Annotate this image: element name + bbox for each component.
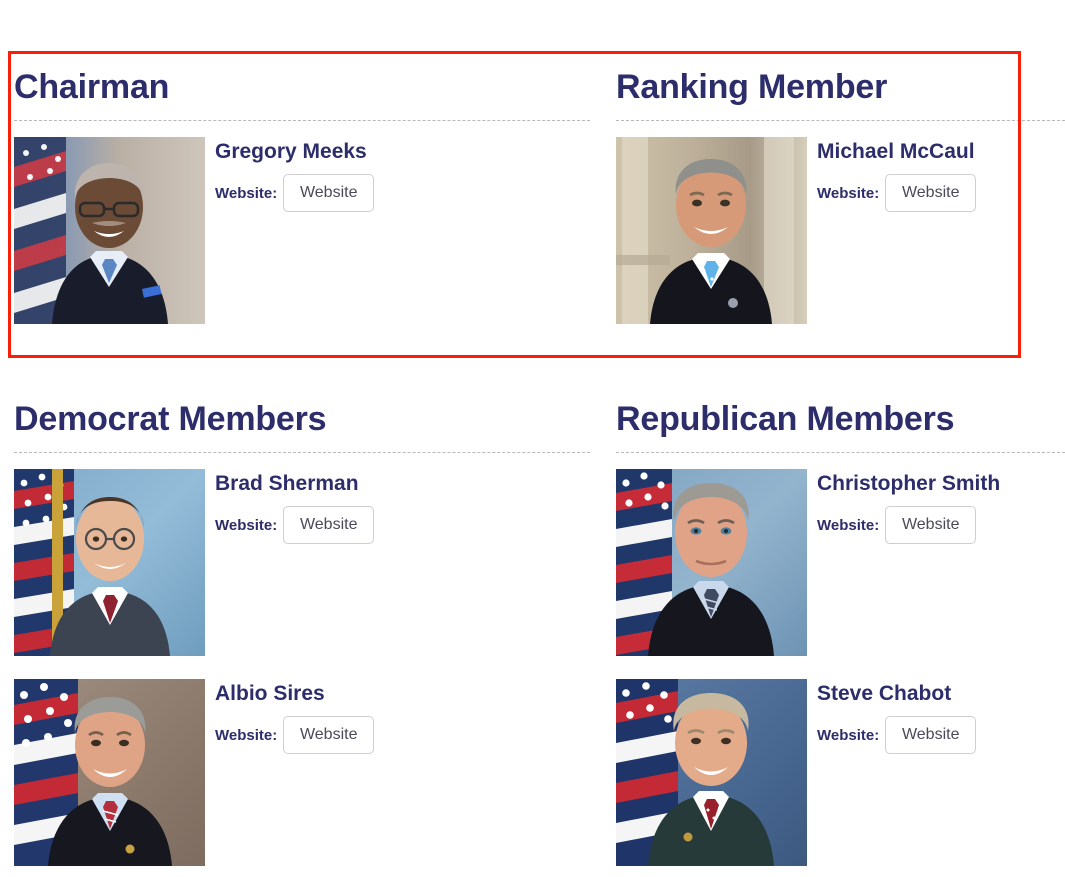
membership-section: Democrat Members <box>0 400 1065 866</box>
website-label: Website: <box>817 185 879 202</box>
democrat-members-heading: Democrat Members <box>14 400 590 438</box>
chairman-divider <box>14 120 590 121</box>
chairman-heading: Chairman <box>14 68 590 106</box>
member-info: Brad Sherman Website: Website <box>205 469 590 544</box>
ranking-member-divider <box>616 120 1065 121</box>
member-info: Albio Sires Website: Website <box>205 679 590 754</box>
member-photo-steve-chabot <box>616 679 807 866</box>
member-entry: Brad Sherman Website: Website <box>14 469 590 656</box>
member-info: Gregory Meeks Website: Website <box>205 137 590 212</box>
member-info: Steve Chabot Website: Website <box>807 679 1065 754</box>
website-line: Website: Website <box>215 174 590 212</box>
republican-members-divider <box>616 452 1065 453</box>
democrat-members-divider <box>14 452 590 453</box>
website-button[interactable]: Website <box>283 716 374 754</box>
democrat-members-list: Brad Sherman Website: Website <box>14 469 590 866</box>
ranking-member-heading: Ranking Member <box>616 68 1065 106</box>
member-name: Michael McCaul <box>817 139 1065 165</box>
member-info: Michael McCaul Website: Website <box>807 137 1065 212</box>
member-photo-albio-sires <box>14 679 205 866</box>
member-entry: Christopher Smith Website: Website <box>616 469 1065 656</box>
member-photo-gregory-meeks <box>14 137 205 324</box>
website-label: Website: <box>817 517 879 534</box>
member-name: Steve Chabot <box>817 681 1065 707</box>
members-page: Chairman <box>0 0 1065 877</box>
website-button[interactable]: Website <box>283 174 374 212</box>
member-entry: Gregory Meeks Website: Website <box>14 137 590 324</box>
website-line: Website: Website <box>817 506 1065 544</box>
chairman-column: Chairman <box>0 68 601 324</box>
ranking-member-column: Ranking Member <box>601 68 1065 324</box>
website-button[interactable]: Website <box>283 506 374 544</box>
member-photo-brad-sherman <box>14 469 205 656</box>
member-name: Christopher Smith <box>817 471 1065 497</box>
member-info: Christopher Smith Website: Website <box>807 469 1065 544</box>
website-label: Website: <box>215 185 277 202</box>
member-entry: Michael McCaul Website: Website <box>616 137 1065 324</box>
website-line: Website: Website <box>215 506 590 544</box>
member-entry: Steve Chabot Website: Website <box>616 679 1065 866</box>
website-line: Website: Website <box>817 716 1065 754</box>
member-entry: Albio Sires Website: Website <box>14 679 590 866</box>
website-button[interactable]: Website <box>885 506 976 544</box>
website-label: Website: <box>215 517 277 534</box>
member-name: Brad Sherman <box>215 471 590 497</box>
member-name: Albio Sires <box>215 681 590 707</box>
website-label: Website: <box>215 727 277 744</box>
member-photo-michael-mccaul <box>616 137 807 324</box>
website-label: Website: <box>817 727 879 744</box>
leadership-section: Chairman <box>0 68 1065 324</box>
democrat-members-column: Democrat Members <box>0 400 601 866</box>
website-button[interactable]: Website <box>885 174 976 212</box>
republican-members-list: Christopher Smith Website: Website <box>616 469 1065 866</box>
website-line: Website: Website <box>817 174 1065 212</box>
republican-members-heading: Republican Members <box>616 400 1065 438</box>
website-line: Website: Website <box>215 716 590 754</box>
member-name: Gregory Meeks <box>215 139 590 165</box>
member-photo-christopher-smith <box>616 469 807 656</box>
republican-members-column: Republican Members <box>601 400 1065 866</box>
website-button[interactable]: Website <box>885 716 976 754</box>
